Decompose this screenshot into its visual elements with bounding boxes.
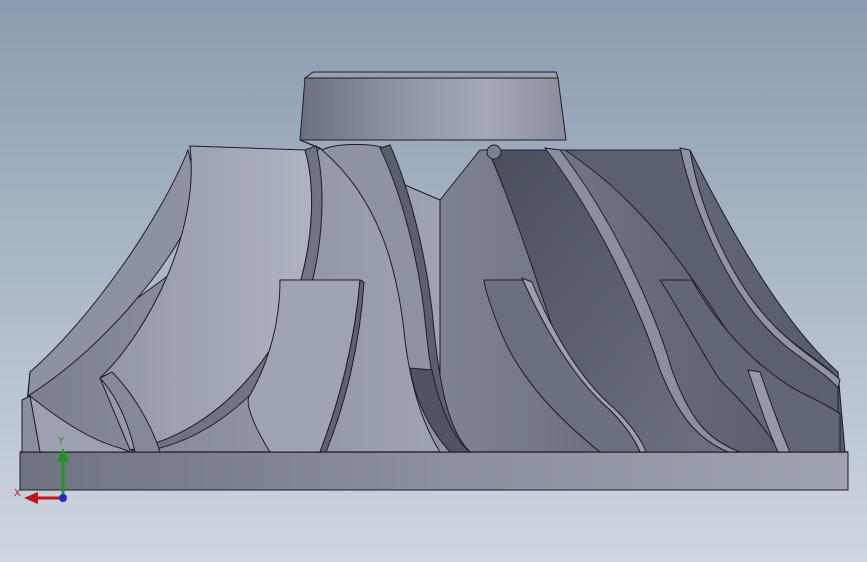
impeller-model[interactable] xyxy=(0,0,867,562)
orientation-triad: X Y xyxy=(14,436,69,504)
z-axis-dot xyxy=(59,494,67,502)
blade-right-main-tip xyxy=(486,144,502,160)
triad-y-label: Y xyxy=(57,436,65,447)
base-disc xyxy=(19,451,849,491)
x-axis-arrow xyxy=(24,492,38,504)
hub-top-cylinder xyxy=(299,77,567,141)
graphics-viewport[interactable]: X Y xyxy=(0,0,867,562)
y-axis-arrow xyxy=(57,448,69,462)
hub-top-rim xyxy=(303,71,559,79)
triad-x-label: X xyxy=(14,488,21,499)
